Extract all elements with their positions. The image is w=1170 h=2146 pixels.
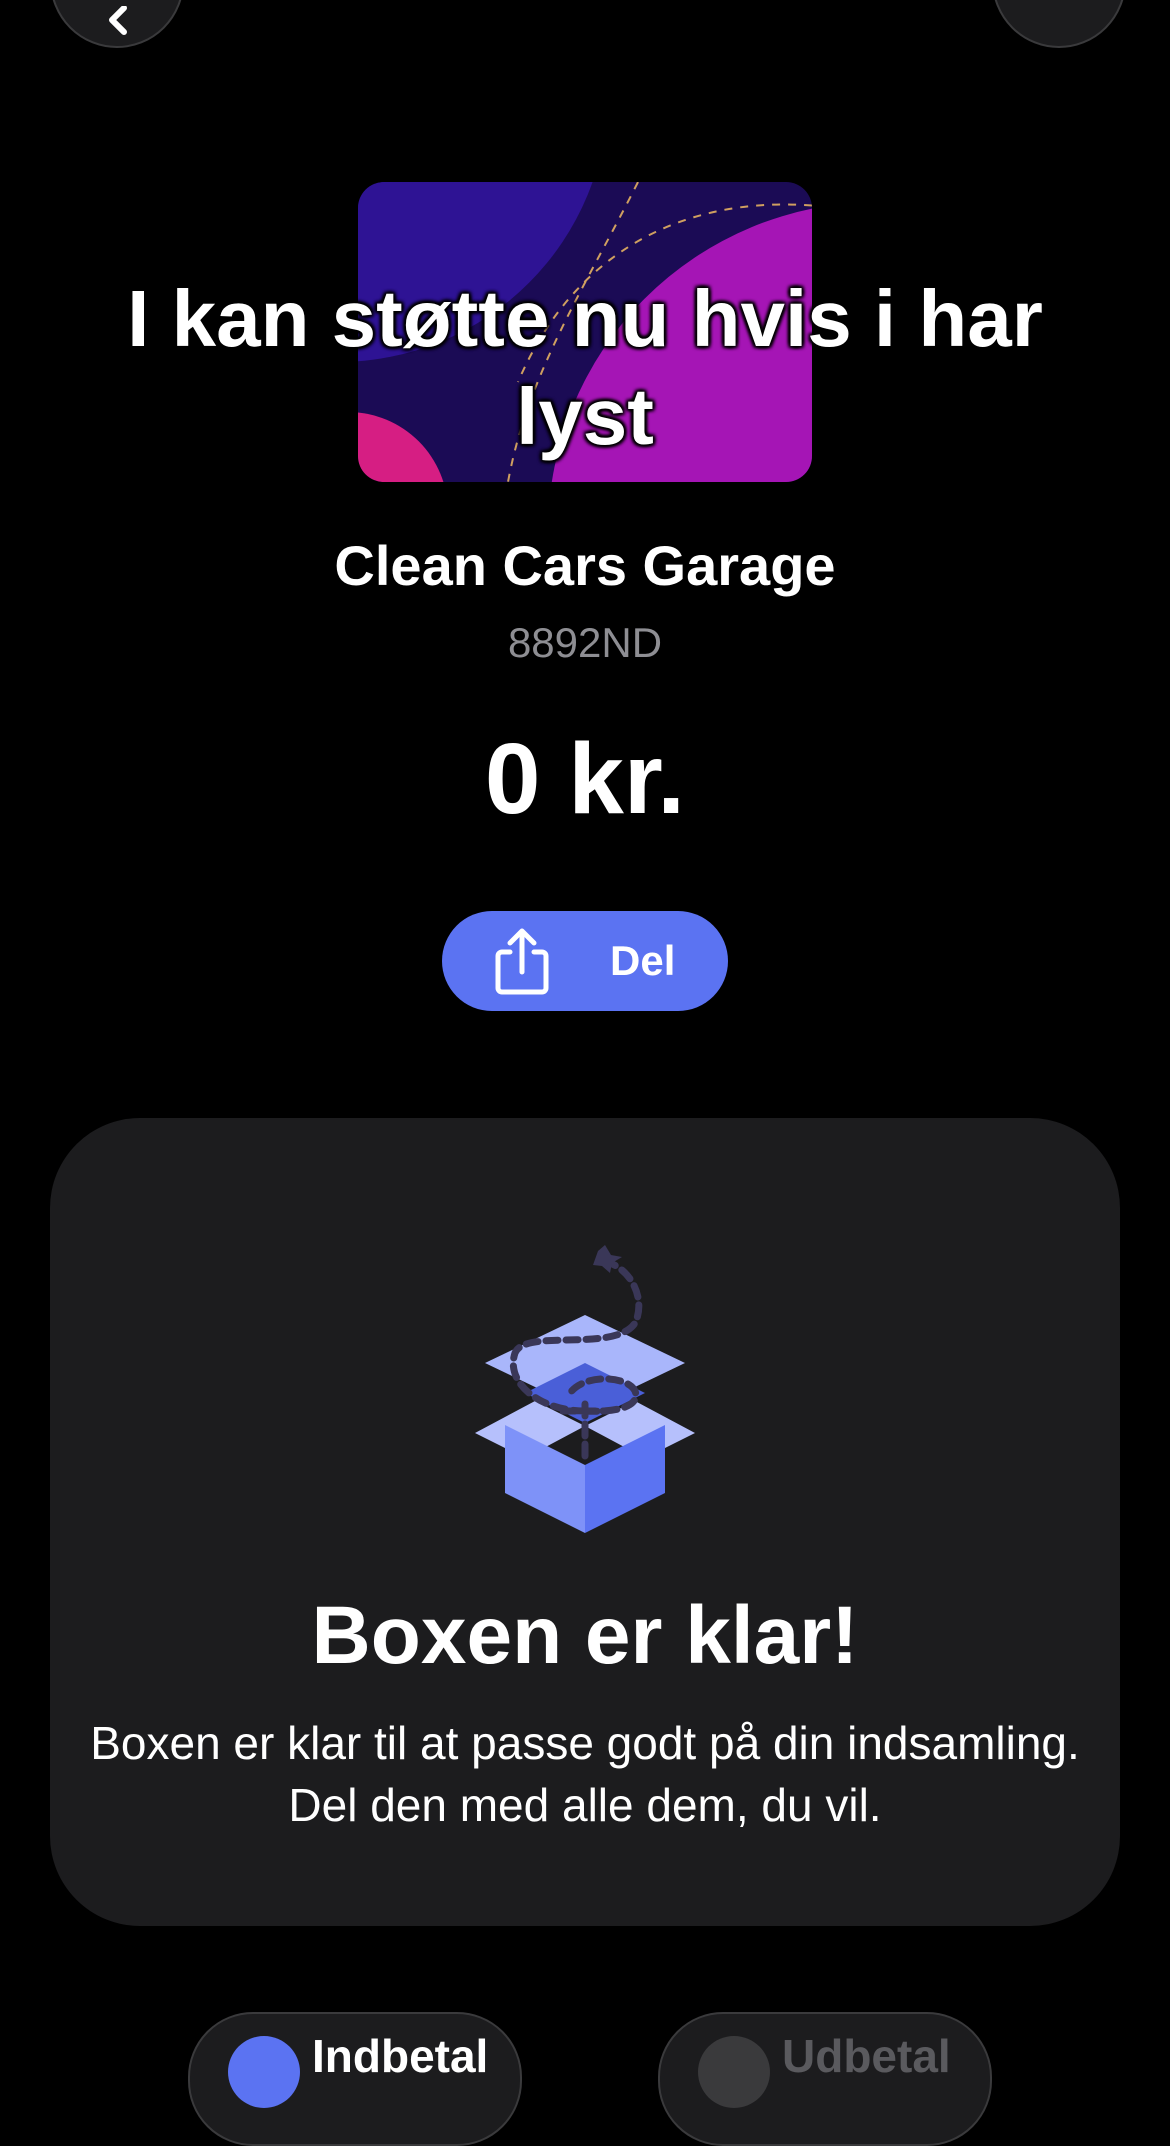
share-icon: [495, 928, 549, 995]
deposit-button[interactable]: Indbetal: [188, 2012, 522, 2146]
collection-code: 8892ND: [507, 619, 663, 666]
collection-name: Clean Cars Garage: [334, 534, 836, 597]
back-button[interactable]: [50, 0, 184, 48]
more-button[interactable]: [992, 0, 1126, 48]
withdraw-button[interactable]: Udbetal: [658, 2012, 992, 2146]
share-button-label: Del: [610, 937, 676, 984]
withdraw-icon: [698, 2036, 770, 2108]
plus-icon: [228, 2036, 300, 2108]
deposit-button-label: Indbetal: [312, 2030, 489, 2082]
empty-state-text: Boxen er klar til at passe godt på din i…: [90, 1717, 1080, 1831]
collection-amount: 0 kr.: [484, 723, 686, 835]
empty-state-card: Boxen er klar! Boxen er klar til at pass…: [50, 1118, 1120, 1926]
share-button[interactable]: Del: [442, 911, 728, 1011]
overlay-caption: I kan støtte nu hvis i har lyst: [127, 274, 1043, 461]
withdraw-button-label: Udbetal: [782, 2030, 951, 2082]
chevron-left-icon: [109, 6, 127, 35]
empty-state-title: Boxen er klar!: [311, 1590, 859, 1681]
open-box-icon: [475, 1245, 695, 1533]
